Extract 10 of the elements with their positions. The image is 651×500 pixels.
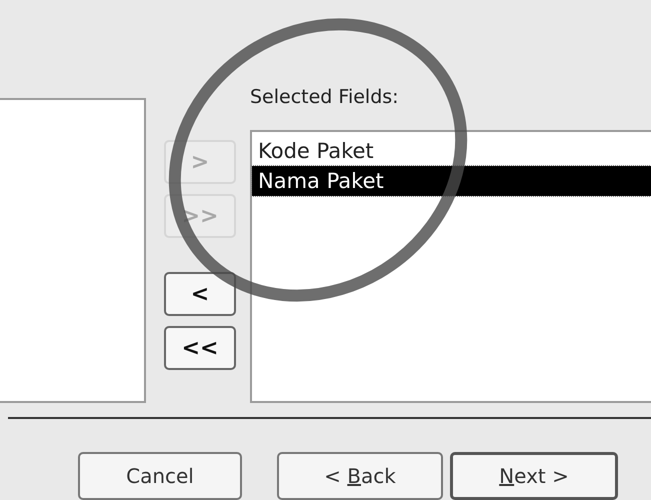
- move-button[interactable]: <<: [164, 326, 236, 370]
- list-item[interactable]: Kode Paket: [252, 136, 651, 166]
- wizard-button[interactable]: < Back: [277, 452, 443, 500]
- move-button[interactable]: <: [164, 272, 236, 316]
- selected-fields-label: Selected Fields:: [250, 86, 400, 108]
- available-fields-list[interactable]: [0, 98, 146, 404]
- list-item[interactable]: Nama Paket: [252, 166, 651, 196]
- wizard-button[interactable]: Next >: [450, 452, 618, 500]
- wizard-button[interactable]: Cancel: [78, 452, 242, 500]
- selected-fields-list[interactable]: Kode Paket Nama Paket: [250, 130, 651, 404]
